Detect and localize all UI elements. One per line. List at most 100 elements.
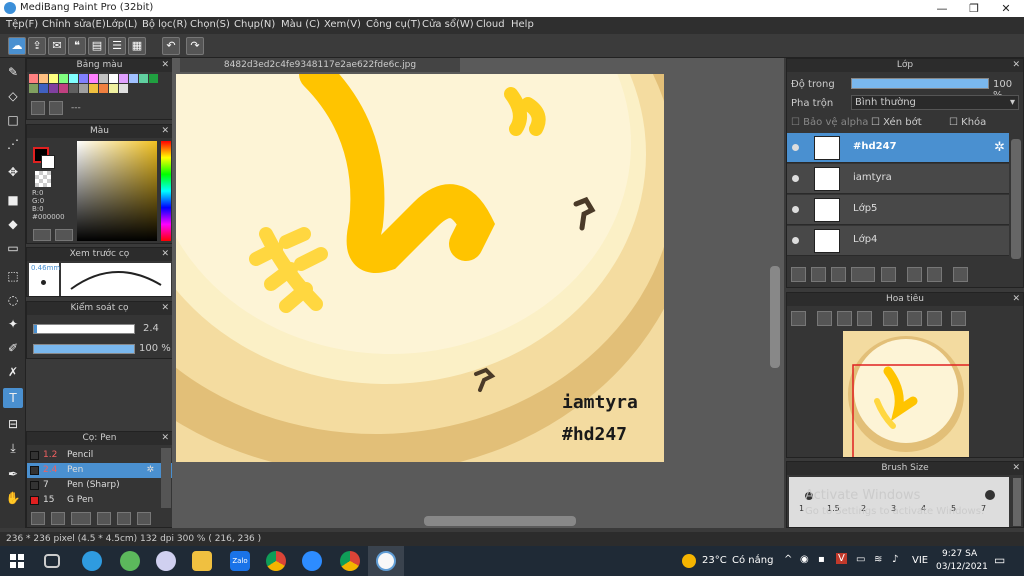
rotate-left-icon[interactable] (883, 311, 898, 326)
hand-tool-icon[interactable]: ✋ (3, 488, 23, 508)
gradient-tool-icon[interactable]: ▭ (3, 238, 23, 258)
volume-icon[interactable]: ♪ (892, 554, 898, 565)
panel-close-icon[interactable]: ✕ (161, 302, 169, 315)
brush-item-pen-sharp[interactable]: 7 Pen (Sharp) (27, 478, 172, 493)
panel-close-icon[interactable]: ✕ (161, 59, 169, 72)
trash-icon[interactable] (953, 267, 968, 282)
tray-app-icon-2[interactable]: ▪ (818, 554, 825, 565)
layer-scrollbar[interactable] (1011, 139, 1021, 259)
layer-row-hd247[interactable]: #hd247 ✲ (787, 133, 1009, 163)
menu-edit[interactable]: Chỉnh sửa(E) (42, 19, 106, 30)
zoom-in-icon[interactable] (791, 311, 806, 326)
zoom-out-icon[interactable] (857, 311, 872, 326)
network-icon[interactable]: ▭ (856, 554, 865, 565)
merge-layer-icon[interactable] (927, 267, 942, 282)
eyedropper-icon[interactable]: ⤓ (3, 438, 23, 458)
move-tool-icon[interactable]: ✥ (3, 162, 23, 182)
brush-settings-icon[interactable] (97, 512, 111, 525)
magic-wand-icon[interactable]: ✦ (3, 314, 23, 334)
select-eraser-icon[interactable]: ✗ (3, 362, 23, 382)
vertical-scrollbar[interactable] (770, 266, 780, 368)
select-rect-icon[interactable]: ⬚ (3, 266, 23, 286)
brush-item-gpen[interactable]: 15 G Pen (27, 493, 172, 508)
brush-folder-icon[interactable] (117, 512, 131, 525)
brush-item-pen[interactable]: 2.4 Pen ✲ (27, 463, 172, 478)
eye-icon[interactable] (792, 144, 799, 151)
chat-icon[interactable]: ❝ (68, 37, 86, 55)
lasso-icon[interactable]: ◌ (3, 290, 23, 310)
saturation-picker[interactable] (77, 141, 157, 241)
fit-icon[interactable] (837, 311, 852, 326)
palette-swatches[interactable] (29, 74, 169, 98)
close-button[interactable]: ✕ (990, 0, 1022, 17)
cloud-icon[interactable]: ☁ (8, 37, 26, 55)
divide-tool-icon[interactable]: ⊟ (3, 414, 23, 434)
color-mode-icon[interactable] (33, 229, 51, 241)
task-view-icon[interactable] (44, 554, 60, 568)
gear-icon[interactable]: ✲ (994, 140, 1005, 155)
panel-close-icon[interactable]: ✕ (161, 248, 169, 261)
gear-icon[interactable]: ✲ (146, 463, 154, 478)
delete-palette-icon[interactable] (49, 101, 63, 115)
brush-size-slider[interactable] (33, 324, 135, 334)
layer-row-lop4[interactable]: Lớp4 (787, 226, 1009, 256)
menu-capture[interactable]: Chụp(N) (234, 19, 275, 30)
panel-close-icon[interactable]: ✕ (1012, 59, 1020, 72)
flip-icon[interactable] (951, 311, 966, 326)
eraser-tool-icon[interactable]: ◇ (3, 86, 23, 106)
blend-mode-select[interactable]: Bình thường ▾ (851, 95, 1019, 110)
new-8bit-layer-icon[interactable] (831, 267, 846, 282)
brush-item-pencil[interactable]: 1.2 Pencil (27, 448, 172, 463)
layer-opacity-slider[interactable] (851, 78, 989, 89)
minimize-button[interactable]: — (926, 0, 958, 17)
notification-icon[interactable]: ▭ (994, 553, 1005, 567)
color-swap-icon[interactable] (55, 229, 73, 241)
brush-copy-icon[interactable] (137, 512, 151, 525)
layer-row-lop5[interactable]: Lớp5 (787, 195, 1009, 225)
menu-select[interactable]: Chọn(S) (190, 19, 230, 30)
zoom-plus-icon[interactable] (817, 311, 832, 326)
comment-icon[interactable]: ✉ (48, 37, 66, 55)
text-tool-icon[interactable]: T (3, 388, 23, 408)
chrome-icon[interactable] (266, 551, 286, 571)
menu-file[interactable]: Tệp(F) (6, 19, 38, 30)
maximize-button[interactable]: ❐ (958, 0, 990, 17)
menu-window[interactable]: Cửa sổ(W) (422, 19, 474, 30)
background-color[interactable] (41, 155, 55, 169)
chrome-icon-2[interactable] (340, 551, 360, 571)
hue-slider[interactable] (161, 141, 171, 241)
rotate-right-icon[interactable] (927, 311, 942, 326)
dotted-pen-icon[interactable]: ⋰ (3, 134, 23, 154)
protect-alpha-checkbox[interactable]: ☐ Bảo vệ alpha (791, 117, 868, 128)
clock-time[interactable]: 9:27 SA (942, 549, 977, 559)
brush-new-icon[interactable] (51, 512, 65, 525)
eye-icon[interactable] (792, 237, 799, 244)
bucket-tool-icon[interactable]: ◆ (3, 214, 23, 234)
navigator-preview[interactable] (843, 331, 969, 457)
brush-add-icon[interactable] (71, 512, 91, 525)
brush-cloud-icon[interactable] (31, 512, 45, 525)
edge-icon[interactable] (82, 551, 102, 571)
horizontal-scrollbar[interactable] (424, 516, 576, 526)
grid-icon[interactable]: ▦ (128, 37, 146, 55)
clip-checkbox[interactable]: ☐ Xén bớt (871, 117, 922, 128)
zalo-icon[interactable]: Zalo (230, 551, 250, 571)
tray-app-icon[interactable]: ◉ (800, 554, 809, 565)
eye-icon[interactable] (792, 206, 799, 213)
undo-icon[interactable]: ↶ (162, 37, 180, 55)
brush-opacity-slider[interactable] (33, 344, 135, 354)
duplicate-layer-icon[interactable] (907, 267, 922, 282)
file-explorer-icon[interactable] (192, 551, 212, 571)
new-palette-icon[interactable] (31, 101, 45, 115)
windows-start-icon[interactable] (10, 554, 24, 568)
menu-view[interactable]: Xem(V) (324, 19, 361, 30)
tray-chevron-icon[interactable]: ^ (784, 554, 792, 565)
dropper-icon[interactable]: ✒ (3, 464, 23, 484)
app-green-icon[interactable] (120, 551, 140, 571)
new-layer-icon[interactable] (791, 267, 806, 282)
document-tab[interactable]: 8482d3ed2c4fe9348117e2ae622fde6c.jpg (180, 58, 460, 72)
rectangle-tool-icon[interactable]: □ (3, 110, 23, 130)
menu-filter[interactable]: Bộ lọc(R) (142, 19, 187, 30)
brush-list-scrollbar[interactable] (161, 448, 171, 508)
menu-help[interactable]: Help (511, 19, 534, 30)
